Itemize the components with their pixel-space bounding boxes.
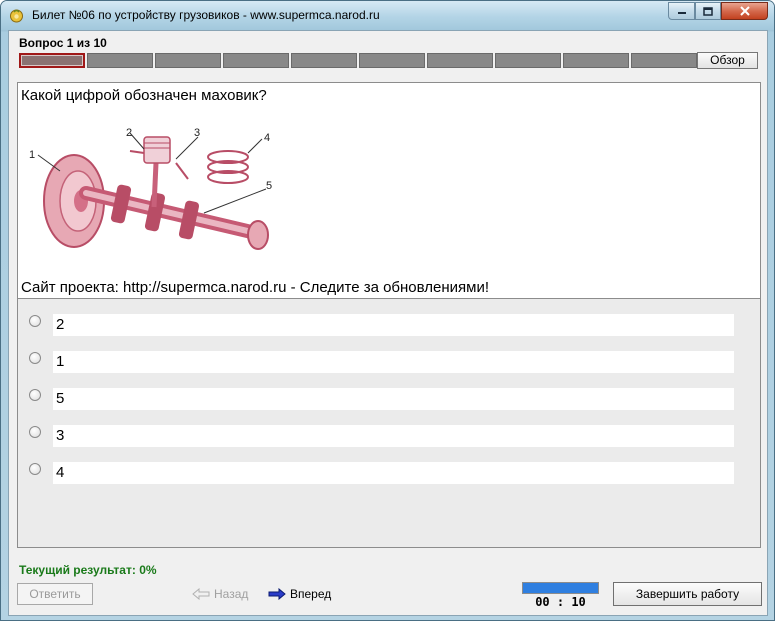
app-window: Билет №06 по устройству грузовиков - www… [0,0,775,621]
close-button[interactable] [721,2,768,20]
arrow-left-icon [192,588,210,600]
answer-label[interactable]: 2 [53,314,734,336]
progress-cell[interactable] [87,53,153,68]
answer-option[interactable]: 1 [18,351,762,375]
question-text: Какой цифрой обозначен маховик? [21,87,267,104]
radio-button[interactable] [29,389,41,401]
minimize-icon [677,12,686,14]
main-area: Вопрос 1 из 10 Обзор Какой цифрой обозна… [8,30,768,616]
progress-cell[interactable] [291,53,357,68]
project-site-text: Сайт проекта: http://supermca.narod.ru -… [21,279,490,296]
answer-label[interactable]: 3 [53,425,734,447]
close-icon [739,6,750,16]
arrow-right-icon [268,588,286,600]
back-button[interactable]: Назад [192,587,248,601]
progress-cell[interactable] [427,53,493,68]
question-progress [19,53,697,68]
forward-label: Вперед [290,587,332,601]
answers-panel: 2 1 5 3 4 [17,299,761,548]
part-label-1: 1 [29,149,35,161]
radio-button[interactable] [29,426,41,438]
answer-option[interactable]: 5 [18,388,762,412]
title-bar[interactable]: Билет №06 по устройству грузовиков - www… [1,1,774,30]
part-label-3: 3 [194,127,200,139]
progress-cell[interactable] [631,53,697,68]
part-label-4: 4 [264,132,270,144]
progress-cell[interactable] [223,53,289,68]
engine-parts-image: 1 2 3 4 5 [26,123,280,257]
answer-option[interactable]: 4 [18,462,762,486]
answer-option[interactable]: 2 [18,314,762,338]
minimize-button[interactable] [668,2,695,20]
part-label-2: 2 [126,127,132,139]
forward-button[interactable]: Вперед [268,587,331,601]
answer-button[interactable]: Ответить [17,583,93,605]
progress-cell[interactable] [19,53,85,68]
progress-cell[interactable] [359,53,425,68]
question-panel: Какой цифрой обозначен маховик? 1 2 3 4 … [17,82,761,299]
progress-cell[interactable] [495,53,561,68]
back-label: Назад [214,587,249,601]
maximize-icon [703,6,713,16]
current-result: Текущий результат: 0% [19,563,157,577]
timer-fill [523,583,598,593]
finish-button[interactable]: Завершить работу [613,582,762,606]
timer-bar [522,582,599,594]
answer-label[interactable]: 5 [53,388,734,410]
part-label-5: 5 [266,180,272,192]
answer-option[interactable]: 3 [18,425,762,449]
progress-cell[interactable] [155,53,221,68]
question-counter: Вопрос 1 из 10 [19,36,107,50]
app-icon [10,9,23,23]
window-title: Билет №06 по устройству грузовиков - www… [32,8,380,22]
radio-button[interactable] [29,352,41,364]
answer-label[interactable]: 4 [53,462,734,484]
maximize-button[interactable] [695,2,721,20]
radio-button[interactable] [29,315,41,327]
radio-button[interactable] [29,463,41,475]
timer-text: 00 : 10 [535,595,586,609]
answer-label[interactable]: 1 [53,351,734,373]
progress-cell[interactable] [563,53,629,68]
overview-button[interactable]: Обзор [697,52,758,69]
